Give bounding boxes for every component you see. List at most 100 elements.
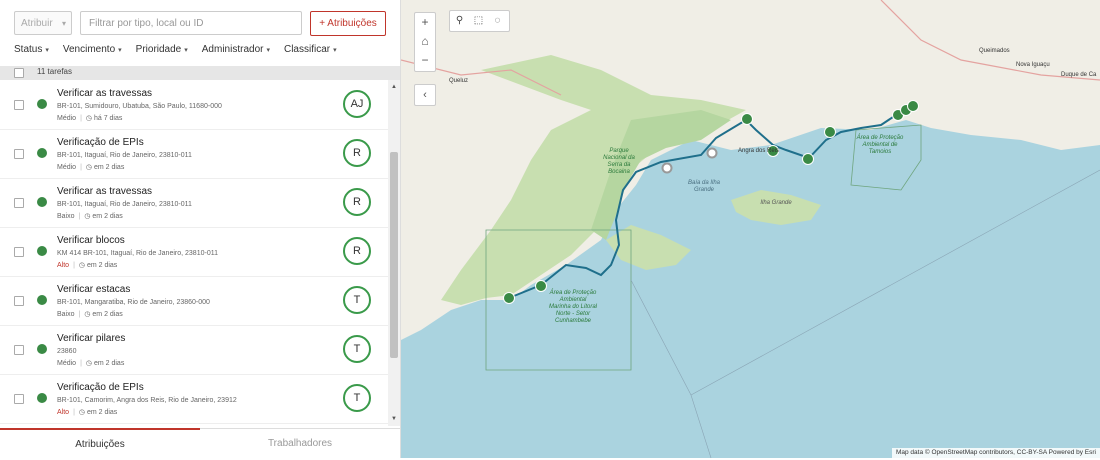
task-checkbox[interactable] — [14, 149, 24, 159]
task-checkbox[interactable] — [14, 394, 24, 404]
avatar[interactable]: AJ — [343, 90, 371, 118]
task-meta: Alto | ◷ em 2 dias — [57, 262, 118, 269]
chevron-down-icon: ▾ — [266, 47, 270, 54]
task-row[interactable]: Verificar pilares 23860 Médio | ◷ em 2 dia… — [0, 325, 388, 375]
waypoint-marker[interactable] — [661, 162, 673, 174]
task-row[interactable]: Verificação de EPIs BR-101, Itaguaí, Rio… — [0, 129, 388, 179]
home-icon[interactable]: ⌂ — [415, 32, 435, 51]
map-view[interactable]: Parque Nacional da Serra da Bocaina Baía… — [401, 0, 1100, 458]
task-location: BR-101, Mangaratiba, Rio de Janeiro, 238… — [57, 299, 210, 306]
task-meta: Baixo | ◷ em 2 dias — [57, 213, 123, 220]
task-location: BR-101, Sumidouro, Ubatuba, São Paulo, 1… — [57, 103, 222, 110]
city-label: Duque de Ca — [1061, 72, 1097, 78]
task-checkbox[interactable] — [14, 345, 24, 355]
task-due: em 2 dias — [93, 360, 125, 367]
status-dot — [37, 393, 47, 403]
scroll-up-icon[interactable]: ▲ — [388, 82, 400, 92]
task-due: em 2 dias — [86, 409, 118, 416]
task-meta: Médio | ◷ em 2 dias — [57, 360, 125, 367]
task-marker[interactable] — [503, 292, 515, 304]
scroll-thumb[interactable] — [390, 152, 398, 358]
task-title: Verificação de EPIs — [57, 382, 144, 393]
task-checkbox[interactable] — [14, 296, 24, 306]
clock-icon: ◷ — [85, 360, 93, 367]
clock-icon: ◷ — [84, 213, 91, 220]
status-dot — [37, 344, 47, 354]
task-row[interactable]: Verificação de EPIs BR-101, Camorim, Ang… — [0, 374, 388, 424]
task-list-scrollbar[interactable]: ▲ ▼ — [388, 80, 400, 426]
task-checkbox[interactable] — [14, 100, 24, 110]
task-row[interactable]: Verificar blocos KM 414 BR-101, Itaguaí,… — [0, 227, 388, 277]
select-all-checkbox[interactable] — [14, 68, 24, 78]
apa-label: Área de Proteção Ambiental Marinha do Li… — [548, 290, 598, 324]
island-label: Ilha Grande — [760, 200, 792, 206]
select-area-icon[interactable]: ⬚ — [469, 11, 488, 31]
lasso-icon[interactable]: ◌ — [488, 11, 507, 31]
search-input[interactable] — [80, 11, 302, 35]
assign-label: Atribuir — [21, 18, 53, 29]
task-meta: Alto | ◷ em 2 dias — [57, 409, 118, 416]
map-tools: ⚲ ⬚ ◌ — [449, 10, 510, 32]
filter-sort[interactable]: Classificar ▾ — [284, 44, 337, 58]
scroll-down-icon[interactable]: ▼ — [388, 414, 400, 424]
task-marker[interactable] — [535, 280, 547, 292]
avatar[interactable]: T — [343, 335, 371, 363]
task-location: KM 414 BR-101, Itaguaí, Rio de Janeiro, … — [57, 250, 218, 257]
filter-status[interactable]: Status ▾ — [14, 44, 49, 58]
status-dot — [37, 99, 47, 109]
status-dot — [37, 148, 47, 158]
task-meta: Médio | ◷ há 7 dias — [57, 115, 123, 122]
task-marker[interactable] — [907, 100, 919, 112]
clock-icon: ◷ — [84, 311, 91, 318]
avatar[interactable]: R — [343, 139, 371, 167]
filter-due[interactable]: Vencimento ▾ — [63, 44, 122, 58]
task-marker[interactable] — [802, 153, 814, 165]
bottom-tabs: Atribuições Trabalhadores — [0, 428, 400, 459]
task-priority: Médio — [57, 360, 77, 367]
filter-admin[interactable]: Administrador ▾ — [202, 44, 270, 58]
task-due: em 2 dias — [93, 164, 125, 171]
filter-priority[interactable]: Prioridade ▾ — [136, 44, 188, 58]
collapse-panel-icon[interactable]: ‹ — [414, 84, 436, 106]
clock-icon: ◷ — [78, 409, 85, 416]
chevron-down-icon: ▾ — [45, 47, 49, 54]
task-priority: Baixo — [57, 311, 75, 318]
map-canvas — [401, 0, 1100, 458]
clock-icon: ◷ — [78, 262, 85, 269]
search-icon[interactable]: ⚲ — [450, 11, 469, 31]
task-due: em 2 dias — [92, 213, 123, 220]
task-marker[interactable] — [824, 126, 836, 138]
task-checkbox[interactable] — [14, 198, 24, 208]
apa-tamoios-label: Área de Proteção Ambiental de Tamoios — [856, 135, 904, 155]
chevron-down-icon: ▾ — [333, 47, 337, 54]
status-dot — [37, 295, 47, 305]
task-row[interactable]: Verificar as travessas BR-101, Sumidouro… — [0, 80, 388, 130]
task-due: há 7 dias — [93, 115, 123, 122]
task-priority: Médio — [57, 115, 77, 122]
avatar[interactable]: T — [343, 384, 371, 412]
task-row[interactable]: Verificar as travessas BR-101, Itaguaí, … — [0, 178, 388, 228]
waypoint-marker[interactable] — [706, 147, 718, 159]
assign-dropdown[interactable]: Atribuir ▾ — [14, 11, 72, 35]
avatar[interactable]: R — [343, 188, 371, 216]
tab-assignments[interactable]: Atribuições — [0, 428, 200, 460]
island — [731, 190, 821, 225]
task-priority: Alto — [57, 409, 70, 416]
park-label: Parque Nacional da Serra da Bocaina — [603, 148, 635, 175]
chevron-down-icon: ▾ — [118, 47, 122, 54]
task-row[interactable]: Verificar estacas BR-101, Mangaratiba, R… — [0, 276, 388, 326]
boundary-line — [630, 279, 712, 458]
zoom-out-icon[interactable]: − — [415, 51, 435, 70]
chevron-down-icon: ▾ — [61, 19, 66, 28]
zoom-in-icon[interactable]: + — [415, 13, 435, 32]
avatar[interactable]: R — [343, 237, 371, 265]
task-count: 11 tarefas — [37, 67, 72, 76]
avatar[interactable]: T — [343, 286, 371, 314]
task-marker[interactable] — [741, 113, 753, 125]
tab-workers[interactable]: Trabalhadores — [200, 429, 400, 459]
add-attributions-button[interactable]: + Atribuições — [310, 11, 386, 36]
task-meta: Médio | ◷ em 2 dias — [57, 164, 125, 171]
task-priority: Médio — [57, 164, 77, 171]
task-checkbox[interactable] — [14, 247, 24, 257]
zoom-control: + ⌂ − — [414, 12, 436, 72]
